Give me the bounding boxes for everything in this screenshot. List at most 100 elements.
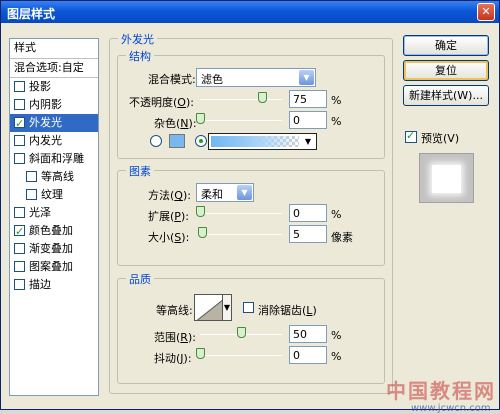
ok-button[interactable]: 确定 (403, 35, 489, 56)
antialias-label: 消除锯齿(L) (258, 304, 317, 317)
style-item-label: 描边 (29, 278, 51, 291)
style-item[interactable]: 外发光 (10, 114, 98, 133)
style-checkbox[interactable] (14, 279, 25, 290)
preview-shape (432, 165, 461, 193)
style-checkbox[interactable] (14, 207, 25, 218)
reset-button[interactable]: 复位 (403, 60, 489, 81)
range-slider-thumb[interactable] (237, 327, 246, 338)
chevron-down-icon[interactable]: ▼ (222, 294, 232, 321)
noise-slider-thumb[interactable] (196, 113, 205, 124)
opacity-label: 不透明度(O): (129, 96, 194, 109)
range-label-text: 范围 (154, 331, 176, 344)
jitter-label-text: 抖动 (154, 352, 176, 365)
spread-label: 扩展(P): (148, 210, 189, 223)
style-item-blend-options[interactable]: 混合选项:自定 (10, 59, 98, 78)
style-checkbox[interactable] (14, 243, 25, 254)
style-item-label: 颜色叠加 (29, 224, 73, 237)
opacity-slider-track[interactable] (200, 99, 282, 100)
jitter-accel: J (180, 352, 184, 365)
range-accel: R (180, 331, 188, 344)
chevron-down-icon: ▼ (299, 70, 314, 85)
blend-mode-label-text: 混合模式 (148, 73, 192, 86)
opacity-slider-thumb[interactable] (257, 92, 267, 103)
antialias-accel: L (306, 304, 313, 317)
styles-header[interactable]: 样式 (10, 39, 98, 59)
style-item-label: 投影 (29, 80, 51, 93)
style-item-label: 斜面和浮雕 (29, 152, 84, 165)
dialog-title: 图层样式 (7, 7, 56, 21)
style-checkbox[interactable] (14, 261, 25, 272)
gradient-picker[interactable]: ▼ (208, 133, 317, 150)
opacity-accel: O (177, 96, 186, 109)
style-item[interactable]: 图案叠加 (10, 258, 98, 276)
jitter-slider-track[interactable] (200, 355, 282, 356)
style-item[interactable]: 颜色叠加 (10, 222, 98, 241)
style-checkbox[interactable] (14, 115, 25, 133)
style-checkbox[interactable] (14, 99, 25, 110)
spread-slider-thumb[interactable] (196, 206, 205, 217)
noise-label: 杂色(N): (154, 117, 197, 130)
watermark-logo: 中国教程网 (386, 379, 496, 403)
style-item-label: 内阴影 (29, 98, 62, 111)
solid-color-radio[interactable] (150, 135, 162, 147)
contour-label: 等高线: (156, 304, 193, 317)
style-checkbox[interactable] (14, 135, 25, 146)
style-item-label: 外发光 (29, 116, 62, 129)
style-item[interactable]: 光泽 (10, 204, 98, 222)
antialias-checkbox[interactable] (243, 302, 254, 313)
style-item-label: 渐变叠加 (29, 242, 73, 255)
noise-input[interactable]: 0 (289, 111, 327, 129)
preview-label: 预览(V) (421, 132, 460, 145)
spread-slider-track[interactable] (200, 213, 282, 214)
style-checkbox[interactable] (14, 223, 25, 241)
noise-slider-track[interactable] (200, 120, 282, 121)
style-item-label: 等高线 (41, 170, 74, 183)
range-unit: % (331, 329, 342, 342)
style-item[interactable]: 内阴影 (10, 96, 98, 114)
blend-mode-label: 混合模式: (148, 73, 196, 86)
new-style-button[interactable]: 新建样式(W)... (403, 85, 489, 106)
close-button[interactable]: ✕ (477, 3, 495, 21)
spread-input[interactable]: 0 (289, 204, 327, 222)
style-item[interactable]: 投影 (10, 78, 98, 96)
structure-title: 结构 (126, 48, 154, 64)
style-checkbox[interactable] (26, 171, 37, 182)
opacity-unit: % (331, 94, 342, 107)
blend-mode-select[interactable]: 滤色 ▼ (196, 68, 316, 87)
technique-select[interactable]: 柔和 ▼ (196, 183, 254, 202)
style-checkbox[interactable] (14, 153, 25, 164)
style-checkbox[interactable] (14, 81, 25, 92)
contour-label-text: 等高线 (156, 304, 189, 317)
style-item[interactable]: 等高线 (10, 168, 98, 186)
spread-label-text: 扩展 (148, 210, 170, 223)
range-input[interactable]: 50 (289, 325, 327, 343)
style-item[interactable]: 斜面和浮雕 (10, 150, 98, 168)
opacity-label-text: 不透明度 (129, 96, 173, 109)
jitter-label: 抖动(J): (154, 352, 192, 365)
antialias-label-text: 消除锯齿 (258, 304, 302, 317)
preview-thumbnail (419, 153, 474, 203)
opacity-input[interactable]: 75 (289, 90, 327, 108)
spread-unit: % (331, 208, 342, 221)
size-input[interactable]: 5 (289, 225, 327, 243)
title-bar[interactable]: 图层样式 ✕ (1, 1, 499, 23)
style-item[interactable]: 内发光 (10, 132, 98, 150)
size-slider-thumb[interactable] (197, 227, 207, 238)
size-accel: S (174, 231, 182, 244)
jitter-slider-thumb[interactable] (196, 348, 205, 359)
jitter-input[interactable]: 0 (289, 346, 327, 364)
chevron-down-icon: ▼ (237, 185, 252, 200)
style-item-label: 光泽 (29, 206, 51, 219)
style-item-label: 图案叠加 (29, 260, 73, 273)
style-item[interactable]: 描边 (10, 276, 98, 294)
technique-label-text: 方法 (148, 189, 170, 202)
gradient-radio[interactable] (195, 135, 207, 147)
preview-checkbox[interactable] (405, 129, 417, 143)
style-item[interactable]: 纹理 (10, 186, 98, 204)
size-slider-track[interactable] (200, 234, 282, 235)
style-item[interactable]: 渐变叠加 (10, 240, 98, 258)
style-checkbox[interactable] (26, 189, 37, 200)
glow-color-swatch[interactable] (169, 134, 185, 148)
size-label-text: 大小 (148, 231, 170, 244)
technique-label: 方法(Q): (148, 189, 191, 202)
